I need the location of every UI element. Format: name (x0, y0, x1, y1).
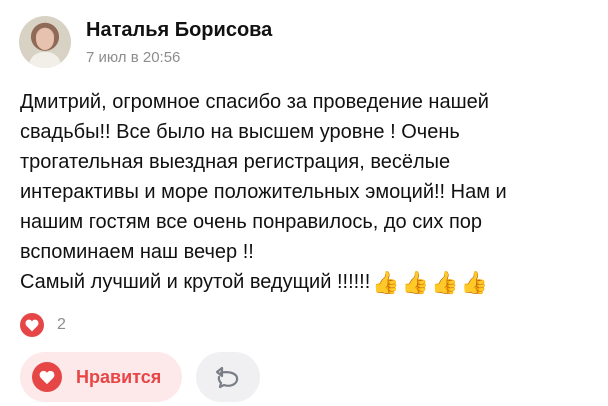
post-text-line: трогательная выездная регистрация, весёл… (20, 151, 451, 173)
post-text: Дмитрий, огромное спасибо за проведение … (20, 87, 595, 299)
avatar-body (29, 52, 61, 68)
reactions-summary[interactable]: 2 (20, 313, 66, 337)
author-name[interactable]: Наталья Борисова (86, 19, 272, 42)
post-text-line: Самый лучший и крутой ведущий !!!!!! (20, 271, 371, 293)
post-text-line: свадьбы!! Все было на высшем уровне ! Оч… (20, 121, 460, 143)
heart-icon-shape (25, 319, 39, 332)
avatar[interactable] (19, 16, 71, 68)
thumbs-up-icon: 👍 (401, 270, 430, 295)
post-text-last-line: Самый лучший и крутой ведущий !!!!!!👍👍👍👍 (20, 267, 595, 299)
post-text-line: вспоминаем наш вечер !! (20, 241, 254, 263)
heart-icon (32, 362, 62, 392)
like-button[interactable]: Нравится (20, 352, 182, 402)
thumbs-up-icon: 👍 (431, 270, 459, 295)
heart-icon (20, 313, 44, 337)
like-button-label: Нравится (76, 366, 162, 387)
repost-button[interactable] (196, 352, 260, 402)
post-text-line: нашим гостям все очень понравилось, до с… (20, 211, 483, 233)
thumbs-up-icon: 👍 (460, 270, 488, 295)
heart-icon-shape (39, 370, 55, 385)
post-text-line: Дмитрий, огромное спасибо за проведение … (20, 91, 489, 113)
post-text-line: интерактивы и море положительных эмоций!… (20, 181, 507, 203)
post-date[interactable]: 7 июл в 20:56 (86, 49, 180, 66)
likes-count: 2 (57, 316, 66, 333)
avatar-face (36, 28, 54, 50)
thumbs-up-icon: 👍 (372, 270, 400, 295)
thumbs-up-emoji-group: 👍👍👍👍 (372, 269, 490, 299)
repost-icon (215, 366, 239, 389)
